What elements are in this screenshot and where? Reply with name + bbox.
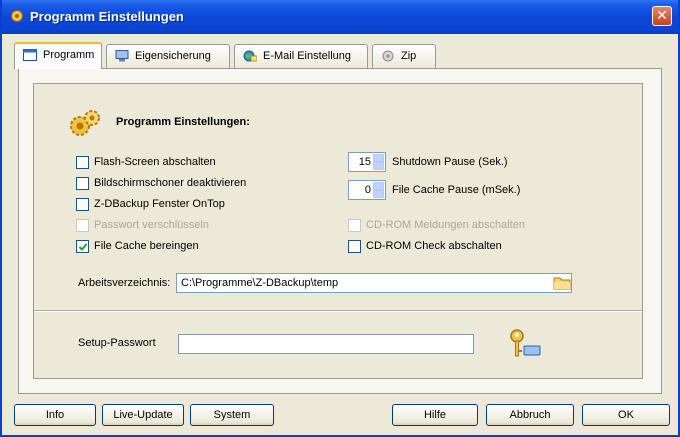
live-update-button[interactable]: Live-Update [102, 404, 184, 426]
window-title: Programm Einstellungen [30, 9, 184, 24]
settings-window: Programm Einstellungen ✕ Programm Eigens… [0, 0, 680, 437]
checkbox-label: CD-ROM Meldungen abschalten [366, 219, 525, 231]
app-gear-icon [11, 10, 23, 22]
help-button[interactable]: Hilfe [392, 404, 478, 426]
tab-zip[interactable]: Zip [372, 44, 436, 68]
title-bar[interactable]: Programm Einstellungen ✕ [2, 0, 678, 34]
checkbox-label: Z-DBackup Fenster OnTop [94, 198, 225, 210]
checkbox-box[interactable] [76, 156, 89, 169]
system-button[interactable]: System [190, 404, 274, 426]
window-icon [23, 49, 37, 61]
key-icon [510, 329, 541, 357]
tab-eigensicherung[interactable]: Eigensicherung [106, 44, 230, 68]
settings-groupbox: Programm Einstellungen: Flash-Screen abs… [33, 83, 643, 379]
gears-icon [70, 110, 100, 136]
shutdown-pause-label: Shutdown Pause (Sek.) [392, 156, 508, 168]
spinner-down-arrow[interactable] [373, 162, 384, 170]
checkbox-box[interactable] [348, 240, 361, 253]
checkbox-label: Flash-Screen abschalten [94, 156, 216, 168]
checkbox-box[interactable] [76, 177, 89, 190]
checkbox-label: File Cache bereingen [94, 240, 199, 252]
close-button[interactable]: ✕ [652, 6, 672, 26]
file-cache-pause-spinner[interactable]: 0 [348, 180, 386, 200]
spinner-up-arrow[interactable] [373, 154, 384, 162]
browse-folder-icon[interactable] [552, 274, 572, 292]
tab-panel-programm: Programm Einstellungen: Flash-Screen abs… [18, 68, 662, 394]
setup-password-field[interactable] [178, 334, 474, 354]
spinner-value: 15 [358, 156, 371, 168]
workdir-field[interactable]: C:\Programme\Z-DBackup\temp [176, 273, 572, 293]
spinner-down-arrow[interactable] [373, 190, 384, 198]
checkmark-icon [78, 243, 88, 251]
section-title: Programm Einstellungen: [116, 116, 250, 128]
checkbox-box[interactable] [76, 198, 89, 211]
checkbox-box[interactable] [76, 240, 89, 253]
ok-button[interactable]: OK [582, 404, 670, 426]
workdir-value: C:\Programme\Z-DBackup\temp [181, 277, 339, 289]
file-cache-pause-label: File Cache Pause (mSek.) [392, 184, 521, 196]
workdir-label: Arbeitsverzeichnis: [78, 277, 171, 289]
zip-icon [382, 50, 394, 62]
spinner-value: 0 [364, 184, 371, 196]
tab-programm[interactable]: Programm [14, 42, 102, 69]
monitor-icon [115, 50, 129, 62]
cancel-button[interactable]: Abbruch [486, 404, 574, 426]
checkbox-label: Passwort verschlüsseln [94, 219, 209, 231]
section-divider [34, 310, 642, 312]
checkbox-box [76, 219, 89, 232]
checkbox-label: Bildschirmschoner deaktivieren [94, 177, 247, 189]
info-button[interactable]: Info [14, 404, 96, 426]
shutdown-pause-spinner[interactable]: 15 [348, 152, 386, 172]
checkbox-label: CD-ROM Check abschalten [366, 240, 502, 252]
spinner-up-arrow[interactable] [373, 182, 384, 190]
checkbox-box [348, 219, 361, 232]
tab-email-einstellung[interactable]: E-Mail Einstellung [234, 44, 368, 68]
close-icon: ✕ [656, 7, 668, 23]
globe-mail-icon [243, 50, 257, 62]
setup-password-label: Setup-Passwort [78, 337, 156, 349]
